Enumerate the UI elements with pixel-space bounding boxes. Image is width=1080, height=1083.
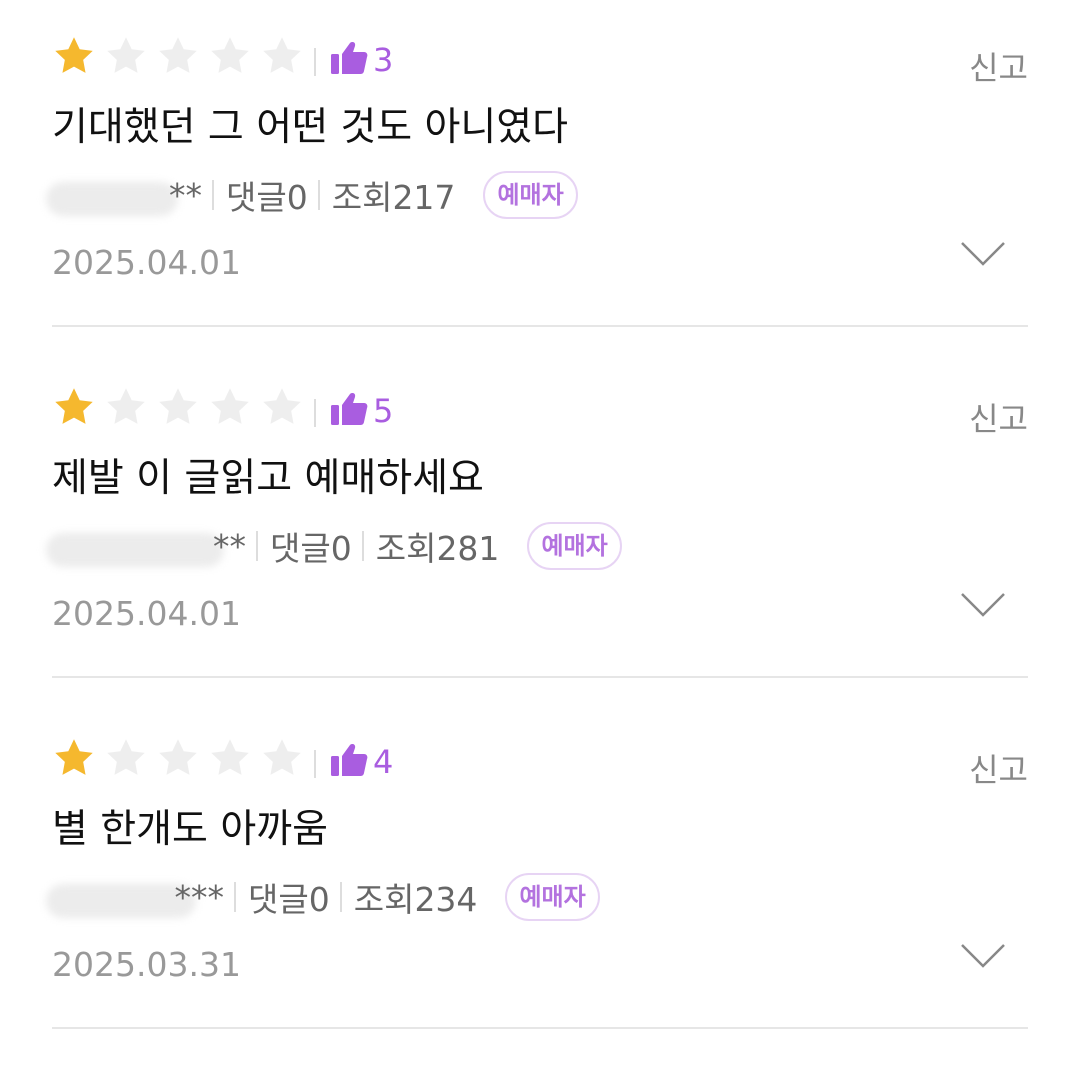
star-icon bbox=[159, 739, 197, 775]
like-count: 5 bbox=[373, 392, 394, 430]
review-title: 기대했던 그 어떤 것도 아니였다 bbox=[52, 105, 569, 150]
divider bbox=[52, 676, 1028, 678]
view-count: 조회281 bbox=[375, 529, 500, 568]
buyer-badge: 예매자 bbox=[483, 171, 578, 219]
separator bbox=[314, 399, 316, 427]
review-meta: ** 댓글0 조회217 예매자 bbox=[46, 170, 578, 220]
report-button[interactable]: 신고 bbox=[969, 748, 1028, 792]
comment-count: 댓글0 bbox=[226, 178, 308, 217]
comment-count: 댓글0 bbox=[270, 529, 352, 568]
review-item: 3 신고 기대했던 그 어떤 것도 아니였다 ** 댓글0 조회217 예매자 … bbox=[0, 0, 1080, 351]
author-name: ** bbox=[46, 527, 246, 567]
author-name: *** bbox=[46, 878, 224, 918]
star-rating bbox=[52, 385, 304, 429]
separator bbox=[212, 180, 214, 210]
separator bbox=[317, 180, 320, 210]
star-icon bbox=[55, 739, 93, 775]
star-icon bbox=[107, 739, 145, 775]
divider bbox=[52, 1027, 1028, 1029]
thumbs-up-icon[interactable] bbox=[329, 391, 369, 427]
buyer-badge: 예매자 bbox=[527, 522, 622, 570]
view-count: 조회217 bbox=[331, 178, 456, 217]
like-count: 3 bbox=[373, 41, 394, 79]
review-title: 제발 이 글읽고 예매하세요 bbox=[52, 456, 484, 501]
like-count: 4 bbox=[373, 743, 394, 781]
comment-count: 댓글0 bbox=[248, 880, 330, 919]
chevron-down-icon[interactable] bbox=[960, 591, 1006, 619]
separator bbox=[314, 750, 316, 778]
star-icon bbox=[263, 37, 301, 73]
star-icon bbox=[55, 388, 93, 424]
review-meta: *** 댓글0 조회234 예매자 bbox=[46, 872, 600, 922]
thumbs-up-icon[interactable] bbox=[329, 40, 369, 76]
separator bbox=[314, 48, 316, 76]
star-icon bbox=[55, 37, 93, 73]
star-icon bbox=[263, 739, 301, 775]
review-item: 5 신고 제발 이 글읽고 예매하세요 ** 댓글0 조회281 예매자 202… bbox=[0, 351, 1080, 702]
star-rating bbox=[52, 34, 304, 78]
buyer-badge: 예매자 bbox=[505, 873, 600, 921]
star-icon bbox=[211, 37, 249, 73]
review-date: 2025.04.01 bbox=[52, 243, 241, 282]
chevron-down-icon[interactable] bbox=[960, 240, 1006, 268]
view-count: 조회234 bbox=[353, 880, 478, 919]
star-icon bbox=[107, 388, 145, 424]
review-date: 2025.03.31 bbox=[52, 945, 241, 984]
star-icon bbox=[159, 388, 197, 424]
star-icon bbox=[107, 37, 145, 73]
review-item: 4 신고 별 한개도 아까움 *** 댓글0 조회234 예매자 2025.03… bbox=[0, 702, 1080, 1053]
separator bbox=[234, 882, 236, 912]
star-icon bbox=[211, 739, 249, 775]
separator bbox=[339, 882, 342, 912]
author-name: ** bbox=[46, 176, 202, 216]
separator bbox=[256, 531, 258, 561]
review-title: 별 한개도 아까움 bbox=[52, 807, 328, 852]
divider bbox=[52, 325, 1028, 327]
separator bbox=[361, 531, 364, 561]
star-icon bbox=[159, 37, 197, 73]
star-icon bbox=[263, 388, 301, 424]
report-button[interactable]: 신고 bbox=[969, 397, 1028, 441]
report-button[interactable]: 신고 bbox=[969, 46, 1028, 90]
star-rating bbox=[52, 736, 304, 780]
chevron-down-icon[interactable] bbox=[960, 942, 1006, 970]
thumbs-up-icon[interactable] bbox=[329, 742, 369, 778]
review-date: 2025.04.01 bbox=[52, 594, 241, 633]
review-meta: ** 댓글0 조회281 예매자 bbox=[46, 521, 622, 571]
star-icon bbox=[211, 388, 249, 424]
